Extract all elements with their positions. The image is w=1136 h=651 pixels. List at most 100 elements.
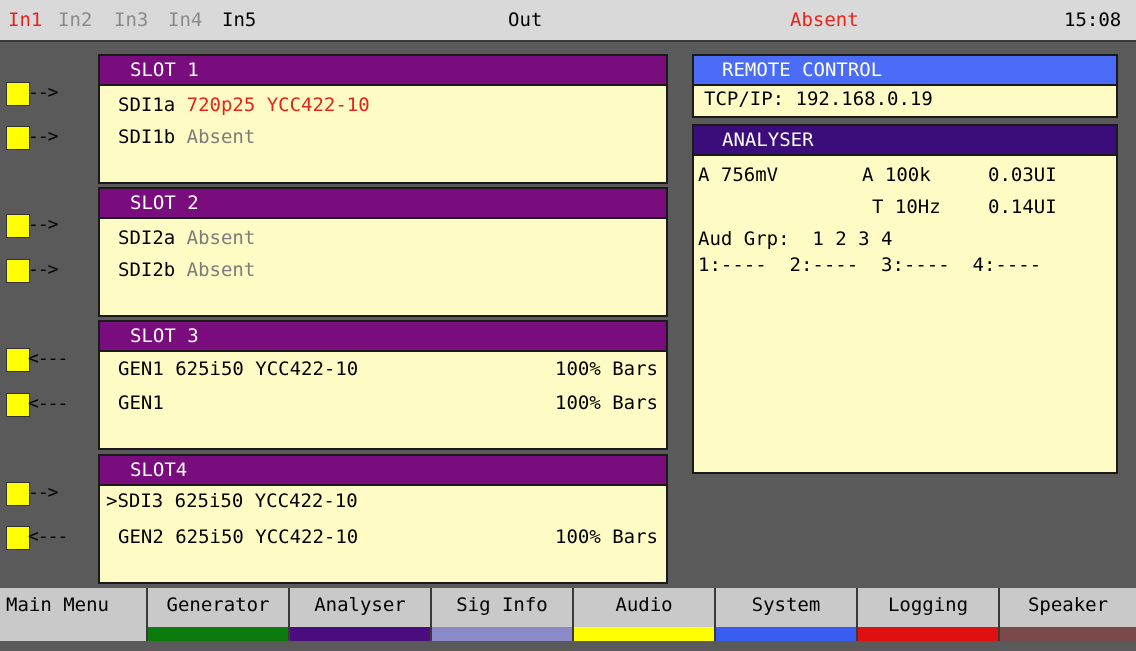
row-label: SDI1a <box>118 94 176 116</box>
row-label: GEN1 <box>118 358 164 380</box>
connector-sdi1a: --> <box>0 80 100 108</box>
slot-3-row-1-pattern: 100% Bars <box>555 358 658 380</box>
main-menu-label: Main Menu <box>0 588 146 641</box>
port-icon <box>6 393 30 417</box>
analyser-a-freq: A 100k <box>862 164 931 186</box>
tab-color-bar <box>1000 627 1136 641</box>
tab-color-bar <box>716 627 856 641</box>
remote-control-address: TCP/IP: 192.168.0.19 <box>704 88 933 110</box>
output-arrow-icon: <--- <box>28 526 68 547</box>
input-1-indicator[interactable]: In1 <box>8 9 42 31</box>
remote-control-panel[interactable]: REMOTE CONTROL TCP/IP: 192.168.0.19 <box>692 54 1118 118</box>
tab-logging[interactable]: Logging <box>856 588 998 641</box>
connector-sdi2a: --> <box>0 212 100 240</box>
slot-2-panel[interactable]: SLOT 2 SDI2a Absent SDI2b Absent <box>98 187 668 317</box>
row-value: Absent <box>186 126 256 148</box>
analyser-t-freq: T 10Hz <box>872 196 941 218</box>
port-icon <box>6 482 30 506</box>
analyser-panel[interactable]: ANALYSER A 756mV A 100k 0.03UI T 10Hz 0.… <box>692 124 1118 474</box>
slot-1-row-1[interactable]: SDI1a 720p25 YCC422-10 <box>118 94 370 116</box>
slot-4-row-2[interactable]: GEN2 625i50 YCC422-10 <box>118 526 358 548</box>
row-value: 625i50 YCC422-10 <box>175 358 359 380</box>
row-label: SDI2a <box>118 227 176 249</box>
port-icon <box>6 82 30 106</box>
slot-4-header: SLOT4 <box>100 456 666 486</box>
row-value: 625i50 YCC422-10 <box>175 526 359 548</box>
slot-3-row-2[interactable]: GEN1 <box>118 392 164 414</box>
port-icon <box>6 259 30 283</box>
output-label: Out <box>508 9 543 31</box>
port-icon <box>6 126 30 150</box>
tab-color-bar <box>432 627 572 641</box>
tab-audio[interactable]: Audio <box>572 588 714 641</box>
tab-label: Analyser <box>314 594 406 616</box>
row-label: GEN1 <box>118 392 164 414</box>
analyser-a-jitter: 0.03UI <box>988 164 1057 186</box>
slot-3-row-2-pattern: 100% Bars <box>555 392 658 414</box>
row-value: 720p25 YCC422-10 <box>186 94 370 116</box>
row-value: 625i50 YCC422-10 <box>174 490 358 512</box>
connector-sdi3: --> <box>0 480 100 508</box>
input-4-indicator[interactable]: In4 <box>168 9 202 31</box>
tab-system[interactable]: System <box>714 588 856 641</box>
row-value: Absent <box>186 259 256 281</box>
row-label: >SDI3 <box>106 490 164 512</box>
port-icon <box>6 526 30 550</box>
tab-label: Sig Info <box>456 594 548 616</box>
output-arrow-icon: <--- <box>28 348 68 369</box>
tab-generator[interactable]: Generator <box>146 588 288 641</box>
clock: 15:08 <box>1064 9 1122 31</box>
connector-gen1a: <--- <box>0 346 100 374</box>
port-icon <box>6 214 30 238</box>
connector-gen2: <--- <box>0 524 100 552</box>
slot-3-panel[interactable]: SLOT 3 GEN1 625i50 YCC422-10 100% Bars G… <box>98 320 668 450</box>
connector-gen1b: <--- <box>0 391 100 419</box>
connector-sdi1b: --> <box>0 124 100 152</box>
input-arrow-icon: --> <box>28 214 58 235</box>
input-arrow-icon: --> <box>28 482 58 503</box>
tab-speaker[interactable]: Speaker <box>998 588 1136 641</box>
slot-2-header: SLOT 2 <box>100 189 666 219</box>
slot-2-row-2[interactable]: SDI2b Absent <box>118 259 255 281</box>
slot-2-row-1[interactable]: SDI2a Absent <box>118 227 255 249</box>
tab-color-bar <box>290 627 430 641</box>
slot-4-row-1[interactable]: >SDI3 625i50 YCC422-10 <box>106 490 358 512</box>
status-bar: In1 In2 In3 In4 In5 Out Absent 15:08 <box>0 0 1136 42</box>
analyser-header: ANALYSER <box>694 126 1116 156</box>
signal-status: Absent <box>790 9 859 31</box>
row-label: SDI1b <box>118 126 176 148</box>
tab-label: Audio <box>615 594 673 616</box>
tab-label: Speaker <box>1027 594 1109 616</box>
output-arrow-icon: <--- <box>28 393 68 414</box>
slot-4-row-2-pattern: 100% Bars <box>555 526 658 548</box>
tab-sig-info[interactable]: Sig Info <box>430 588 572 641</box>
row-value: Absent <box>186 227 256 249</box>
tab-color-bar <box>574 627 714 641</box>
row-label: SDI2b <box>118 259 176 281</box>
slot-3-row-1[interactable]: GEN1 625i50 YCC422-10 <box>118 358 358 380</box>
audio-groups: Aud Grp: 1 2 3 4 <box>698 228 893 250</box>
input-3-indicator[interactable]: In3 <box>114 9 148 31</box>
analyser-t-jitter: 0.14UI <box>988 196 1057 218</box>
slot-1-panel[interactable]: SLOT 1 SDI1a 720p25 YCC422-10 SDI1b Abse… <box>98 54 668 184</box>
row-label: GEN2 <box>118 526 164 548</box>
tab-label: Logging <box>887 594 969 616</box>
analyser-level: A 756mV <box>698 164 779 186</box>
tab-label: System <box>751 594 821 616</box>
tab-color-bar <box>148 627 288 641</box>
input-arrow-icon: --> <box>28 259 58 280</box>
slot-3-header: SLOT 3 <box>100 322 666 352</box>
tab-label: Generator <box>166 594 270 616</box>
remote-control-header: REMOTE CONTROL <box>694 56 1116 86</box>
audio-status: 1:---- 2:---- 3:---- 4:---- <box>698 254 1042 276</box>
port-icon <box>6 348 30 372</box>
slot-1-header: SLOT 1 <box>100 56 666 86</box>
input-arrow-icon: --> <box>28 82 58 103</box>
slot-4-panel[interactable]: SLOT4 >SDI3 625i50 YCC422-10 GEN2 625i50… <box>98 454 668 584</box>
slot-1-row-2[interactable]: SDI1b Absent <box>118 126 255 148</box>
input-arrow-icon: --> <box>28 126 58 147</box>
tab-analyser[interactable]: Analyser <box>288 588 430 641</box>
input-5-indicator[interactable]: In5 <box>222 9 256 31</box>
tab-color-bar <box>858 627 998 641</box>
input-2-indicator[interactable]: In2 <box>58 9 92 31</box>
